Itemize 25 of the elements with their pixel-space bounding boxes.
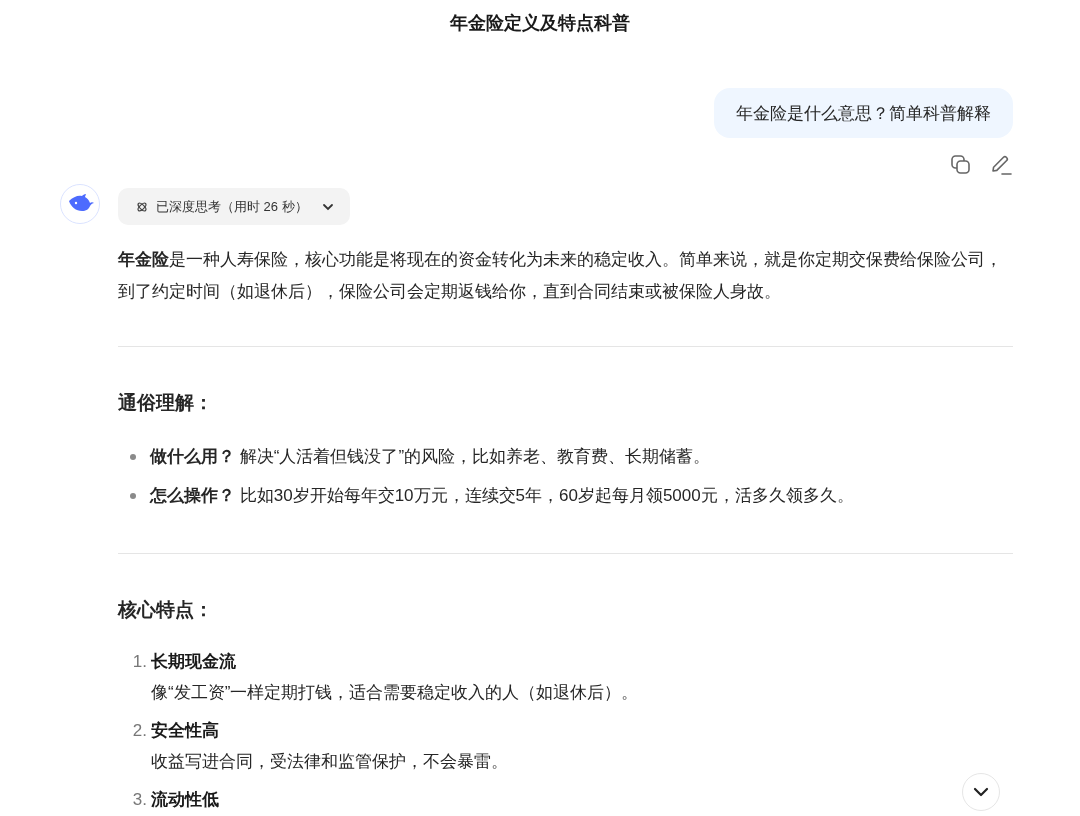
item-description: 像“发工资”一样定期打钱，适合需要稳定收入的人（如退休后）。 <box>150 682 640 704</box>
item-title: 流动性低 <box>151 789 219 811</box>
copy-icon[interactable] <box>950 154 972 176</box>
atom-icon <box>136 200 148 213</box>
answer-paragraph: 年金险是一种人寿保险，核心功能是将现在的资金转化为未来的稳定收入。简单来说，就是你定期交保费给保险公司，到了约定时间（如退休后），保险公司会定期返钱给你，直到合同结束或被保险人身故。 <box>118 249 1003 303</box>
bullet-text: 做什么用？ 解决“人活着但钱没了”的风险，比如养老、教育费、长期储蓄。 <box>150 446 711 468</box>
item-title: 安全性高 <box>151 720 219 742</box>
bullet-text: 怎么操作？ 比如30岁开始每年交10万元，连续交5年，60岁起每月领5000元，活多久领多久。 <box>150 485 854 507</box>
thinking-toggle[interactable]: 已深度思考（用时 26 秒） <box>118 188 350 225</box>
scroll-down-button[interactable] <box>962 773 1000 811</box>
list-number: 3. <box>131 789 148 811</box>
list-number: 1. <box>131 651 148 673</box>
list-number: 2. <box>131 720 148 742</box>
item-description: 收益写进合同，受法律和监管保护，不会暴雷。 <box>150 751 509 773</box>
bullet-dot <box>130 453 136 460</box>
whale-avatar-icon <box>60 184 100 224</box>
section-heading: 核心特点： <box>118 598 214 622</box>
user-message: 年金险是什么意思？简单科普解释 <box>714 88 1013 138</box>
bullet-dot <box>130 492 136 499</box>
item-title: 长期现金流 <box>151 651 236 673</box>
edit-icon[interactable] <box>989 154 1013 176</box>
chat-title: 年金险定义及特点科普 <box>449 12 631 35</box>
section-heading: 通俗理解： <box>118 391 214 415</box>
chevron-down-icon <box>321 202 334 211</box>
chevron-down-icon <box>972 786 990 798</box>
